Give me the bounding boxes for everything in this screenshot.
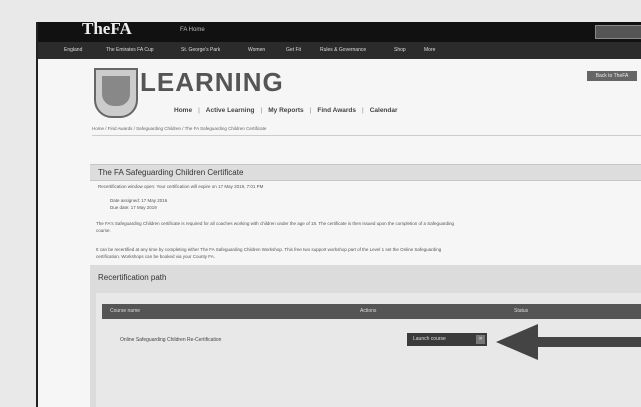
- subnav-find-awards[interactable]: Find Awards: [317, 107, 356, 114]
- table-header: Course name Actions Status: [102, 304, 641, 319]
- description-line: The FA's Safeguarding Children certifica…: [96, 221, 454, 226]
- fa-crest-logo: [94, 68, 138, 118]
- nav-england[interactable]: England: [64, 47, 82, 53]
- main-nav: England The Emirates FA Cup St. George's…: [38, 42, 641, 59]
- back-to-fa-button[interactable]: Back to TheFA: [587, 71, 637, 81]
- fa-home-link[interactable]: FA Home: [180, 27, 205, 33]
- subnav-calendar[interactable]: Calendar: [370, 107, 398, 114]
- learning-subnav: Home | Active Learning | My Reports | Find Awa…: [174, 107, 398, 114]
- description-line: course.: [96, 228, 111, 233]
- fa-logo[interactable]: TheFA: [82, 22, 132, 39]
- recertification-note: Recertification window open: Your certif…: [98, 184, 264, 189]
- certificate-title-bar: The FA Safeguarding Children Certificate: [90, 164, 641, 181]
- breadcrumb[interactable]: Home / Find Awards / Safeguarding Childr…: [92, 126, 266, 131]
- subnav-active-learning[interactable]: Active Learning: [206, 107, 255, 114]
- certificate-title: The FA Safeguarding Children Certificate: [98, 168, 244, 177]
- pointer-arrow-icon: [496, 324, 641, 360]
- date-assigned: Date assigned: 17 May 2016: [110, 198, 168, 203]
- nav-more[interactable]: More: [424, 47, 435, 53]
- column-status: Status: [514, 308, 529, 314]
- browser-frame: TheFA FA Home England The Emirates FA Cu…: [36, 22, 641, 407]
- course-name-cell: Online Safeguarding Children Re-Certific…: [120, 337, 222, 343]
- certificate-dates: Date assigned: 17 May 2016 Due date: 17 …: [110, 197, 167, 211]
- recertification-panel: Recertification path Course name Actions…: [90, 265, 641, 407]
- page-content: LEARNING Back to TheFA Home | Active Learn…: [38, 59, 641, 407]
- due-date: Due date: 17 May 2019: [110, 205, 157, 210]
- description-line: It can be recertified at any time by com…: [96, 247, 442, 252]
- page-title: LEARNING: [140, 67, 284, 97]
- divider: [92, 135, 641, 136]
- nav-women[interactable]: Women: [248, 47, 265, 53]
- certificate-description: The FA's Safeguarding Children certifica…: [96, 220, 454, 234]
- top-bar: TheFA FA Home: [38, 22, 641, 42]
- nav-st-georges[interactable]: St. George's Park: [181, 47, 220, 53]
- nav-shop[interactable]: Shop: [394, 47, 406, 53]
- description-line: certification. Workshops can be booked v…: [96, 254, 215, 259]
- column-course-name: Course name: [110, 308, 141, 314]
- column-actions: Actions: [360, 308, 377, 314]
- nav-get-fit[interactable]: Get Fit: [286, 47, 301, 53]
- nav-fa-cup[interactable]: The Emirates FA Cup: [106, 47, 154, 53]
- launch-arrow-icon[interactable]: »: [476, 335, 485, 344]
- search-box[interactable]: [595, 25, 641, 39]
- launch-course-label: Launch course: [413, 336, 446, 342]
- launch-course-button[interactable]: Launch course »: [407, 333, 487, 346]
- subnav-my-reports[interactable]: My Reports: [268, 107, 303, 114]
- recertification-description: It can be recertified at any time by com…: [96, 246, 441, 260]
- nav-rules[interactable]: Rules & Governance: [320, 47, 366, 53]
- subnav-home[interactable]: Home: [174, 107, 192, 114]
- recertification-heading: Recertification path: [98, 273, 167, 282]
